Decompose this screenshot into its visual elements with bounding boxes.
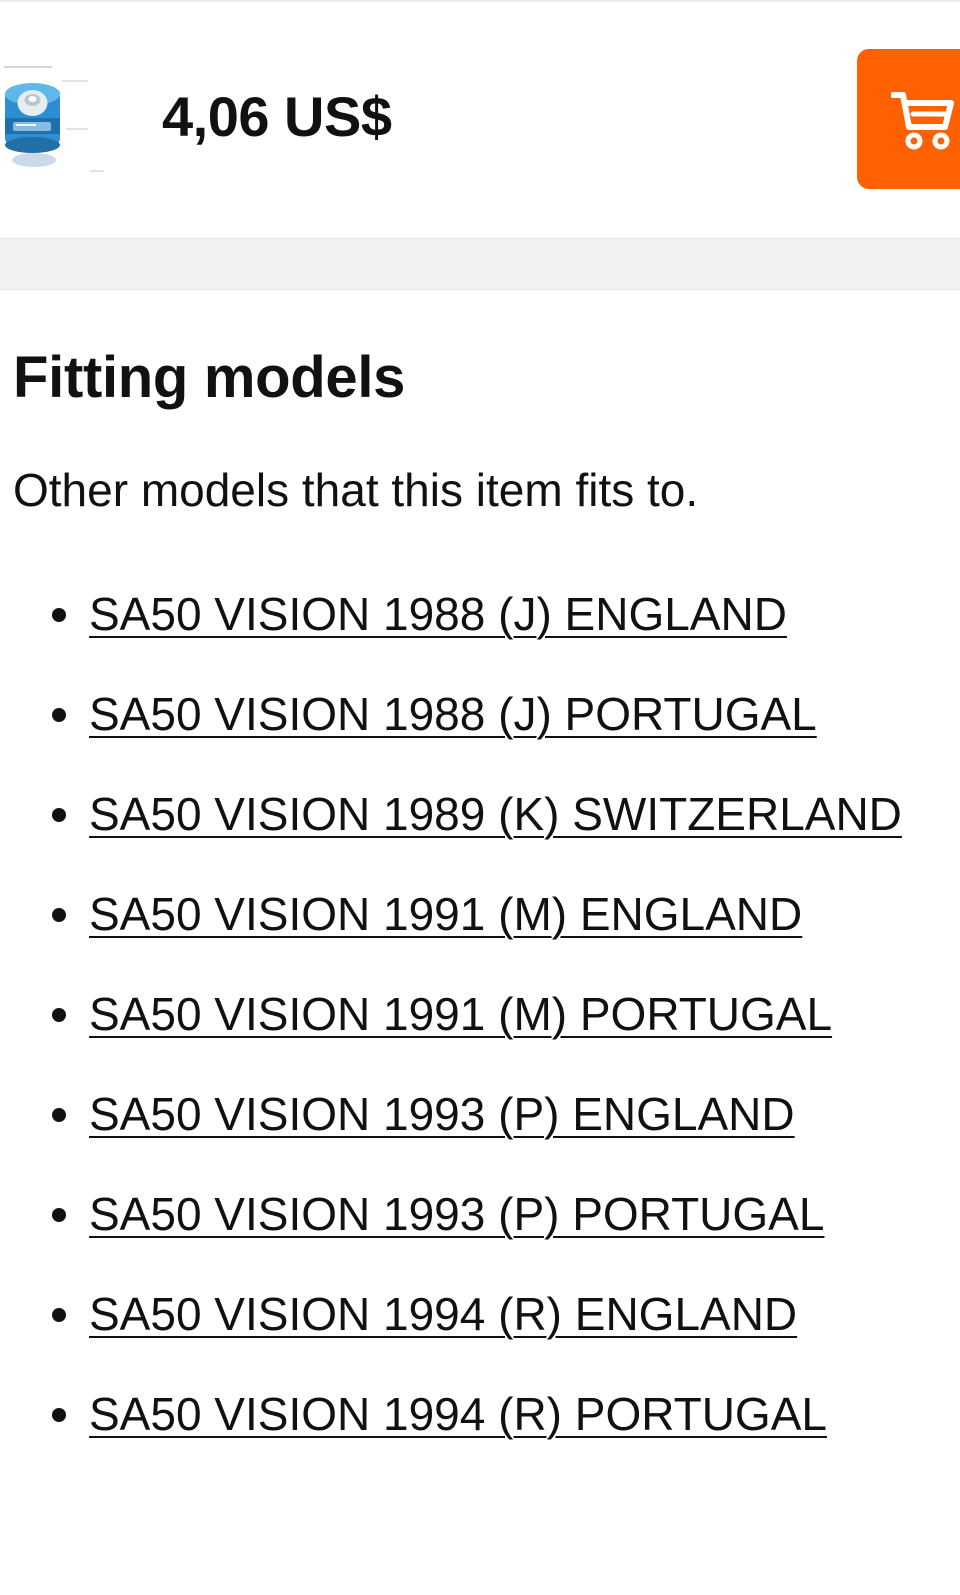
list-item: SA50 VISION 1994 (R) ENGLAND: [0, 1277, 909, 1352]
list-item: SA50 VISION 1989 (K) SWITZERLAND: [0, 777, 909, 852]
section-separator: [0, 238, 960, 290]
bullet-icon: [52, 708, 66, 722]
product-bar: 4,06 US$: [0, 2, 960, 238]
model-link[interactable]: SA50 VISION 1994 (R) ENGLAND: [89, 1288, 797, 1340]
bullet-icon: [52, 908, 66, 922]
product-image: [4, 66, 104, 172]
bullet-icon: [52, 1408, 66, 1422]
model-link[interactable]: SA50 VISION 1991 (M) PORTUGAL: [89, 988, 832, 1040]
bullet-icon: [52, 1208, 66, 1222]
model-link[interactable]: SA50 VISION 1994 (R) PORTUGAL: [89, 1388, 827, 1440]
product-price: 4,06 US$: [162, 85, 392, 148]
shopping-cart-icon: [891, 92, 954, 150]
model-link[interactable]: SA50 VISION 1993 (P) ENGLAND: [89, 1088, 795, 1140]
fitting-models-section: Fitting models Other models that this it…: [0, 290, 960, 1595]
section-title: Fitting models: [13, 345, 406, 410]
section-subtitle: Other models that this item fits to.: [13, 464, 699, 516]
list-item: SA50 VISION 1988 (J) PORTUGAL: [0, 677, 909, 752]
list-item: SA50 VISION 1993 (P) PORTUGAL: [0, 1177, 909, 1252]
bullet-icon: [52, 608, 66, 622]
model-link[interactable]: SA50 VISION 1988 (J) PORTUGAL: [89, 688, 817, 740]
list-item: SA50 VISION 1991 (M) PORTUGAL: [0, 977, 909, 1052]
model-link[interactable]: SA50 VISION 1993 (P) PORTUGAL: [89, 1188, 824, 1240]
model-link[interactable]: SA50 VISION 1988 (J) ENGLAND: [89, 588, 787, 640]
fitting-models-list: SA50 VISION 1988 (J) ENGLAND SA50 VISION …: [0, 577, 960, 1477]
bullet-icon: [52, 1108, 66, 1122]
page: 4,06 US$ Fitting models Other models tha…: [0, 0, 960, 1595]
model-link[interactable]: SA50 VISION 1991 (M) ENGLAND: [89, 888, 802, 940]
add-to-cart-button[interactable]: [857, 49, 960, 189]
list-item: SA50 VISION 1994 (R) PORTUGAL: [0, 1377, 909, 1452]
bullet-icon: [52, 808, 66, 822]
list-item: SA50 VISION 1988 (J) ENGLAND: [0, 577, 909, 652]
product-thumbnail[interactable]: [0, 62, 110, 177]
bullet-icon: [52, 1008, 66, 1022]
bullet-icon: [52, 1308, 66, 1322]
list-item: SA50 VISION 1991 (M) ENGLAND: [0, 877, 909, 952]
list-item: SA50 VISION 1993 (P) ENGLAND: [0, 1077, 909, 1152]
model-link[interactable]: SA50 VISION 1989 (K) SWITZERLAND: [89, 788, 902, 840]
